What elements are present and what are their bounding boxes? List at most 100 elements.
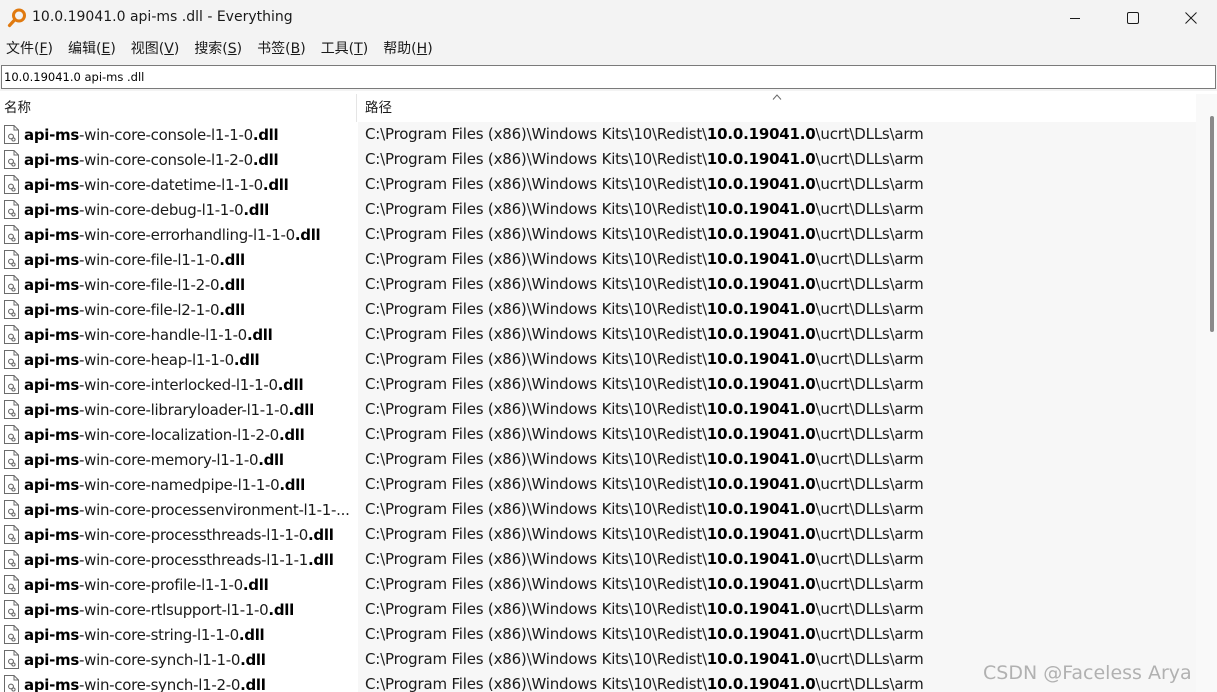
path-text: C:\Program Files (x86)\Windows Kits\10\R…: [365, 675, 707, 692]
column-header-name[interactable]: 名称: [0, 94, 357, 122]
file-name-cell[interactable]: api-ms-win-core-errorhandling-l1-1-0.dll: [0, 222, 357, 247]
file-path-cell[interactable]: C:\Program Files (x86)\Windows Kits\10\R…: [358, 197, 1196, 222]
file-path-cell[interactable]: C:\Program Files (x86)\Windows Kits\10\R…: [358, 622, 1196, 647]
menu-tools[interactable]: 工具(T): [315, 36, 378, 63]
maximize-button[interactable]: [1104, 0, 1162, 36]
table-row[interactable]: api-ms-win-core-console-l1-2-0.dll C:\Pro…: [0, 147, 1196, 172]
file-name-cell[interactable]: api-ms-win-core-localization-l1-2-0.dll: [0, 422, 357, 447]
table-row[interactable]: api-ms-win-core-processthreads-l1-1-0.dl…: [0, 522, 1196, 547]
table-row[interactable]: api-ms-win-core-console-l1-1-0.dll C:\Pro…: [0, 122, 1196, 147]
menu-bookmarks[interactable]: 书签(B): [251, 36, 315, 63]
path-text: C:\Program Files (x86)\Windows Kits\10\R…: [365, 625, 707, 643]
match-highlight: 10.0.19041.0: [706, 475, 816, 493]
file-name-cell[interactable]: api-ms-win-core-handle-l1-1-0.dll: [0, 322, 357, 347]
file-path-cell[interactable]: C:\Program Files (x86)\Windows Kits\10\R…: [358, 247, 1196, 272]
file-path-cell[interactable]: C:\Program Files (x86)\Windows Kits\10\R…: [358, 322, 1196, 347]
file-path-cell[interactable]: C:\Program Files (x86)\Windows Kits\10\R…: [358, 447, 1196, 472]
file-name-cell[interactable]: api-ms-win-core-datetime-l1-1-0.dll: [0, 172, 357, 197]
file-path-cell[interactable]: C:\Program Files (x86)\Windows Kits\10\R…: [358, 572, 1196, 597]
file-name-cell[interactable]: api-ms-win-core-synch-l1-2-0.dll: [0, 672, 357, 692]
file-path-cell[interactable]: C:\Program Files (x86)\Windows Kits\10\R…: [358, 272, 1196, 297]
menu-edit[interactable]: 编辑(E): [62, 36, 125, 63]
match-highlight: api-ms: [24, 175, 79, 194]
file-path-cell[interactable]: C:\Program Files (x86)\Windows Kits\10\R…: [358, 497, 1196, 522]
file-path-cell[interactable]: C:\Program Files (x86)\Windows Kits\10\R…: [358, 522, 1196, 547]
table-row[interactable]: api-ms-win-core-errorhandling-l1-1-0.dll…: [0, 222, 1196, 247]
file-path-cell[interactable]: C:\Program Files (x86)\Windows Kits\10\R…: [358, 297, 1196, 322]
table-row[interactable]: api-ms-win-core-heap-l1-1-0.dll C:\Progra…: [0, 347, 1196, 372]
match-highlight: api-ms: [24, 675, 79, 692]
file-path-cell[interactable]: C:\Program Files (x86)\Windows Kits\10\R…: [358, 397, 1196, 422]
menu-search[interactable]: 搜索(S): [188, 36, 251, 63]
file-path-cell[interactable]: C:\Program Files (x86)\Windows Kits\10\R…: [358, 222, 1196, 247]
file-name-cell[interactable]: api-ms-win-core-profile-l1-1-0.dll: [0, 572, 357, 597]
path-text: \ucrt\DLLs\arm: [815, 300, 924, 318]
file-name-cell[interactable]: api-ms-win-core-console-l1-2-0.dll: [0, 147, 357, 172]
menu-accelerator: T: [354, 41, 363, 57]
file-path-cell[interactable]: C:\Program Files (x86)\Windows Kits\10\R…: [358, 347, 1196, 372]
file-path-cell[interactable]: C:\Program Files (x86)\Windows Kits\10\R…: [358, 172, 1196, 197]
file-name-cell[interactable]: api-ms-win-core-processenvironment-l1-1-…: [0, 497, 357, 522]
table-row[interactable]: api-ms-win-core-file-l1-1-0.dll C:\Progra…: [0, 247, 1196, 272]
file-path-cell[interactable]: C:\Program Files (x86)\Windows Kits\10\R…: [358, 547, 1196, 572]
menu-help[interactable]: 帮助(H): [377, 36, 441, 63]
file-name-cell[interactable]: api-ms-win-core-libraryloader-l1-1-0.dll: [0, 397, 357, 422]
menu-accelerator: B: [290, 41, 301, 57]
watermark: CSDN @Faceless Arya: [983, 662, 1192, 684]
file-path-cell[interactable]: C:\Program Files (x86)\Windows Kits\10\R…: [358, 147, 1196, 172]
file-name: api-ms-win-core-string-l1-1-0.dll: [24, 626, 264, 644]
table-row[interactable]: api-ms-win-core-memory-l1-1-0.dll C:\Prog…: [0, 447, 1196, 472]
file-path-cell[interactable]: C:\Program Files (x86)\Windows Kits\10\R…: [358, 372, 1196, 397]
table-row[interactable]: api-ms-win-core-string-l1-1-0.dll C:\Prog…: [0, 622, 1196, 647]
file-name-cell[interactable]: api-ms-win-core-namedpipe-l1-1-0.dll: [0, 472, 357, 497]
path-text: \ucrt\DLLs\arm: [815, 600, 924, 618]
file-path-cell[interactable]: C:\Program Files (x86)\Windows Kits\10\R…: [358, 122, 1196, 147]
match-highlight: api-ms: [24, 525, 79, 544]
table-row[interactable]: api-ms-win-core-rtlsupport-l1-1-0.dll C:\…: [0, 597, 1196, 622]
table-row[interactable]: api-ms-win-core-processenvironment-l1-1-…: [0, 497, 1196, 522]
file-name-cell[interactable]: api-ms-win-core-string-l1-1-0.dll: [0, 622, 357, 647]
file-name-cell[interactable]: api-ms-win-core-processthreads-l1-1-1.dl…: [0, 547, 357, 572]
table-row[interactable]: api-ms-win-core-debug-l1-1-0.dll C:\Progr…: [0, 197, 1196, 222]
file-name-cell[interactable]: api-ms-win-core-console-l1-1-0.dll: [0, 122, 357, 147]
file-name-cell[interactable]: api-ms-win-core-file-l1-2-0.dll: [0, 272, 357, 297]
table-row[interactable]: api-ms-win-core-profile-l1-1-0.dll C:\Pro…: [0, 572, 1196, 597]
minimize-button[interactable]: [1046, 0, 1104, 36]
menu-view[interactable]: 视图(V): [125, 36, 189, 63]
maximize-icon: [1127, 12, 1139, 24]
path-text: C:\Program Files (x86)\Windows Kits\10\R…: [365, 425, 707, 443]
table-row[interactable]: api-ms-win-core-localization-l1-2-0.dll C…: [0, 422, 1196, 447]
file-name-cell[interactable]: api-ms-win-core-memory-l1-1-0.dll: [0, 447, 357, 472]
menu-file[interactable]: 文件(F): [0, 36, 62, 63]
dll-file-icon: [4, 175, 19, 194]
table-row[interactable]: api-ms-win-core-datetime-l1-1-0.dll C:\Pr…: [0, 172, 1196, 197]
file-name-cell[interactable]: api-ms-win-core-rtlsupport-l1-1-0.dll: [0, 597, 357, 622]
table-row[interactable]: api-ms-win-core-file-l2-1-0.dll C:\Progra…: [0, 297, 1196, 322]
path-text: \ucrt\DLLs\arm: [815, 200, 924, 218]
table-row[interactable]: api-ms-win-core-namedpipe-l1-1-0.dll C:\P…: [0, 472, 1196, 497]
file-path-cell[interactable]: C:\Program Files (x86)\Windows Kits\10\R…: [358, 422, 1196, 447]
file-name-cell[interactable]: api-ms-win-core-synch-l1-1-0.dll: [0, 647, 357, 672]
close-button[interactable]: [1162, 0, 1217, 36]
menu-label: 书签(: [257, 41, 291, 57]
file-name-cell[interactable]: api-ms-win-core-file-l2-1-0.dll: [0, 297, 357, 322]
table-row[interactable]: api-ms-win-core-handle-l1-1-0.dll C:\Prog…: [0, 322, 1196, 347]
file-name: api-ms-win-core-datetime-l1-1-0.dll: [24, 176, 288, 194]
table-row[interactable]: api-ms-win-core-file-l1-2-0.dll C:\Progra…: [0, 272, 1196, 297]
file-name-cell[interactable]: api-ms-win-core-debug-l1-1-0.dll: [0, 197, 357, 222]
file-name-text: -win-core-interlocked-l1-1-0: [79, 375, 278, 394]
table-row[interactable]: api-ms-win-core-libraryloader-l1-1-0.dll…: [0, 397, 1196, 422]
path-text: C:\Program Files (x86)\Windows Kits\10\R…: [365, 275, 707, 293]
match-highlight: 10.0.19041.0: [706, 300, 816, 318]
file-name-text: -win-core-handle-l1-1-0: [79, 325, 247, 344]
file-name-cell[interactable]: api-ms-win-core-heap-l1-1-0.dll: [0, 347, 357, 372]
table-row[interactable]: api-ms-win-core-interlocked-l1-1-0.dll C:…: [0, 372, 1196, 397]
file-path-cell[interactable]: C:\Program Files (x86)\Windows Kits\10\R…: [358, 472, 1196, 497]
file-name-cell[interactable]: api-ms-win-core-interlocked-l1-1-0.dll: [0, 372, 357, 397]
search-input[interactable]: [1, 65, 1216, 89]
file-name-cell[interactable]: api-ms-win-core-processthreads-l1-1-0.dl…: [0, 522, 357, 547]
file-path-cell[interactable]: C:\Program Files (x86)\Windows Kits\10\R…: [358, 597, 1196, 622]
scrollbar-thumb[interactable]: [1210, 116, 1214, 332]
file-name-cell[interactable]: api-ms-win-core-file-l1-1-0.dll: [0, 247, 357, 272]
table-row[interactable]: api-ms-win-core-processthreads-l1-1-1.dl…: [0, 547, 1196, 572]
